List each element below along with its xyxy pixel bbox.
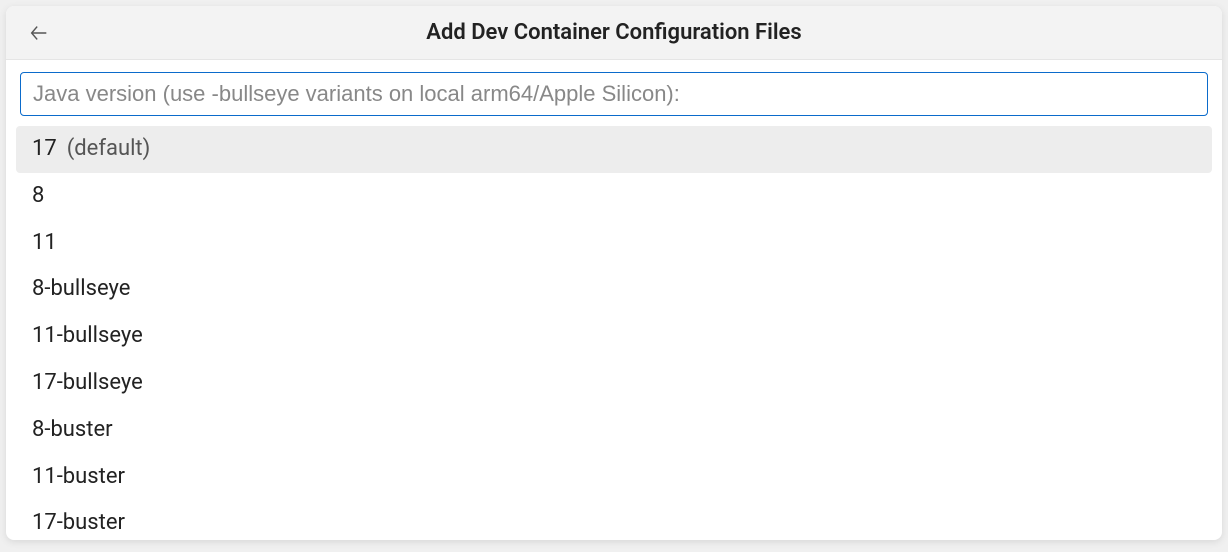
option-item[interactable]: 17-bullseye (16, 360, 1212, 407)
option-label: 8-bullseye (32, 274, 130, 305)
option-label: 11-bullseye (32, 321, 143, 352)
option-item[interactable]: 11 (16, 220, 1212, 267)
option-item[interactable]: 11-bullseye (16, 313, 1212, 360)
panel-title: Add Dev Container Configuration Files (426, 20, 801, 45)
back-button[interactable] (24, 18, 54, 48)
search-input[interactable] (20, 72, 1208, 116)
options-list: 17 (default) 8 11 8-bullseye 11-bullseye 17-bu… (6, 126, 1222, 540)
option-label: 17-bullseye (32, 368, 143, 399)
option-label: 11-buster (32, 462, 125, 493)
option-label: 17 (32, 134, 57, 165)
option-item[interactable]: 8 (16, 173, 1212, 220)
option-item[interactable]: 8-buster (16, 407, 1212, 454)
option-item[interactable]: 8-bullseye (16, 266, 1212, 313)
option-item[interactable]: 17-buster (16, 500, 1212, 540)
option-item[interactable]: 17 (default) (16, 126, 1212, 173)
option-label: 11 (32, 228, 57, 259)
option-item[interactable]: 11-buster (16, 454, 1212, 501)
option-label: 17-buster (32, 508, 125, 539)
quickpick-panel: Add Dev Container Configuration Files 17… (6, 6, 1222, 540)
header: Add Dev Container Configuration Files (6, 6, 1222, 60)
option-label: 8-buster (32, 415, 113, 446)
option-hint: (default) (67, 134, 151, 165)
option-label: 8 (32, 181, 44, 212)
search-container (6, 60, 1222, 126)
arrow-left-icon (28, 22, 50, 44)
